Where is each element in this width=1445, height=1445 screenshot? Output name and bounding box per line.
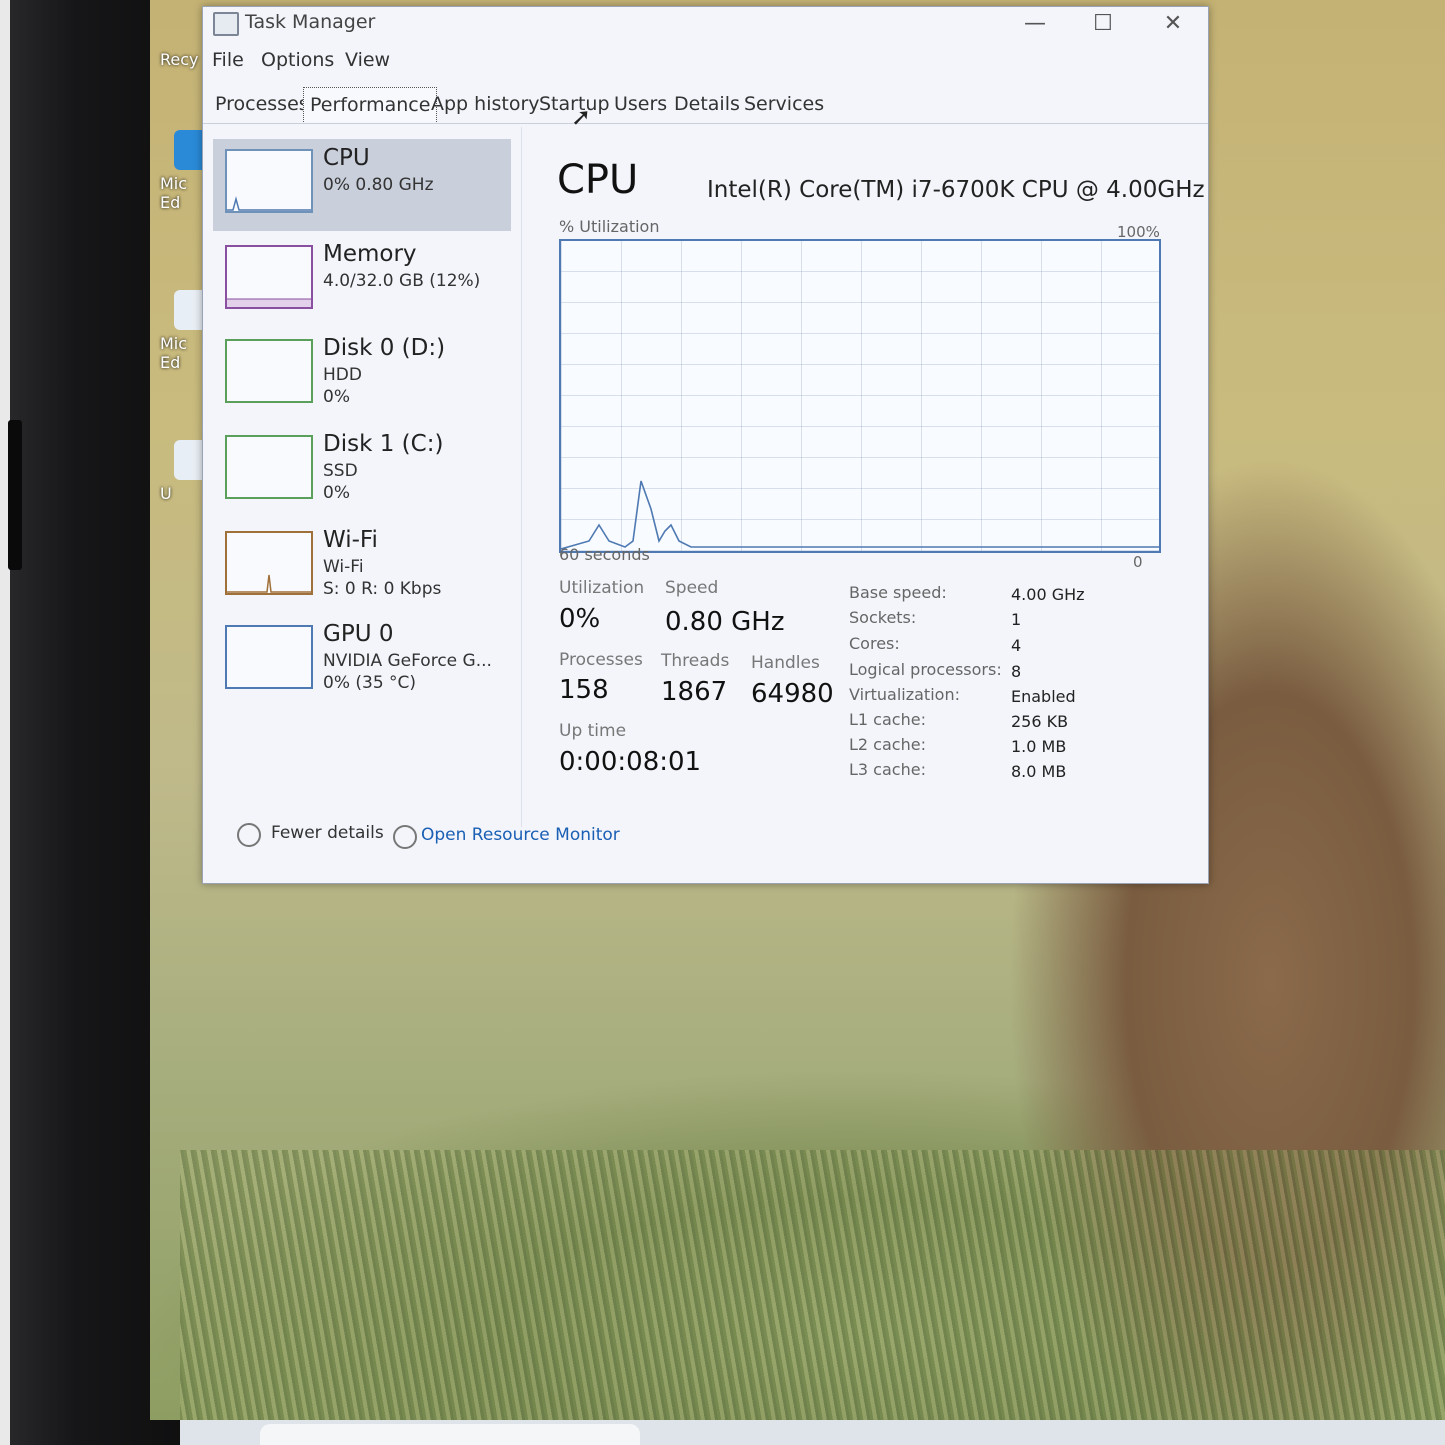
spec-label: Virtualization:	[849, 685, 960, 704]
desktop-icon-label: Recy	[160, 50, 199, 69]
footer-bar: Fewer details Open Resource Monitor	[203, 817, 1208, 867]
disk-thumbnail-graph	[225, 435, 313, 499]
cpu-model: Intel(R) Core(TM) i7-6700K CPU @ 4.00GHz	[707, 177, 1205, 203]
sidebar-item-wifi[interactable]: Wi-Fi Wi-Fi S: 0 R: 0 Kbps	[213, 521, 511, 613]
spec-value: 8.0 MB	[1011, 762, 1067, 781]
spec-value: Enabled	[1011, 687, 1076, 706]
sidebar-item-usage: 0%	[323, 387, 350, 407]
spec-value: 4	[1011, 636, 1022, 655]
sidebar-item-name: Disk 0 (D:)	[323, 335, 446, 361]
tab-users[interactable]: Users	[608, 87, 673, 121]
taskbar	[180, 1420, 1445, 1445]
spec-label: Logical processors:	[849, 660, 1002, 679]
tab-processes[interactable]: Processes	[209, 87, 315, 121]
uptime-value: 0:00:08:01	[559, 747, 702, 777]
spec-value: 1	[1011, 610, 1022, 629]
spec-label: L2 cache:	[849, 735, 926, 754]
sidebar-item-usage: S: 0 R: 0 Kbps	[323, 579, 442, 599]
sidebar-item-disk-0[interactable]: Disk 0 (D:) HDD 0%	[213, 329, 511, 421]
menu-file[interactable]: File	[212, 49, 244, 71]
wallpaper-grass	[180, 1150, 1445, 1420]
spec-value: 1.0 MB	[1011, 737, 1067, 756]
sidebar-item-memory[interactable]: Memory 4.0/32.0 GB (12%)	[213, 235, 511, 327]
processes-label: Processes	[559, 650, 643, 670]
cpu-utilization-graph	[559, 239, 1161, 553]
tab-details[interactable]: Details	[668, 87, 746, 121]
spec-label: L3 cache:	[849, 760, 926, 779]
desktop-icon-label: Mic Ed	[160, 174, 188, 212]
spec-value: 4.00 GHz	[1011, 585, 1085, 604]
sidebar-item-detail: HDD	[323, 365, 362, 385]
sidebar-item-detail: 0% 0.80 GHz	[323, 175, 434, 195]
panel-divider	[521, 127, 522, 827]
sidebar-item-name: Disk 1 (C:)	[323, 431, 444, 457]
desktop-icon-label: Mic Ed	[160, 334, 188, 372]
tab-performance[interactable]: Performance	[303, 87, 438, 122]
menu-options[interactable]: Options	[261, 49, 334, 71]
handles-label: Handles	[751, 653, 820, 673]
sidebar-item-detail: NVIDIA GeForce G...	[323, 651, 492, 671]
fewer-details-link[interactable]: Fewer details	[271, 823, 384, 843]
tab-services[interactable]: Services	[738, 87, 830, 121]
taskbar-search[interactable]	[260, 1424, 640, 1445]
task-manager-icon	[213, 12, 239, 36]
maximize-button[interactable]: ☐	[1083, 11, 1123, 36]
sidebar-item-detail: SSD	[323, 461, 358, 481]
disk-thumbnail-graph	[225, 339, 313, 403]
desktop-icon-label: U	[160, 484, 172, 503]
sidebar-item-cpu[interactable]: CPU 0% 0.80 GHz	[213, 139, 511, 231]
chevron-up-icon[interactable]	[237, 823, 261, 847]
threads-value: 1867	[661, 677, 728, 707]
open-resource-monitor-link[interactable]: Open Resource Monitor	[421, 825, 620, 845]
monitor-edge	[0, 0, 10, 1445]
spec-label: Sockets:	[849, 608, 917, 627]
spec-value: 8	[1011, 662, 1022, 681]
menu-view[interactable]: View	[345, 49, 390, 71]
sidebar-item-detail: Wi-Fi	[323, 557, 364, 577]
graph-label: % Utilization	[559, 217, 660, 236]
tab-bar: Processes Performance App history Startu…	[203, 87, 1208, 124]
monitor-port	[8, 420, 22, 570]
resource-monitor-icon	[393, 825, 417, 849]
spec-label: L1 cache:	[849, 710, 926, 729]
sidebar-item-name: GPU 0	[323, 621, 394, 647]
menu-bar: File Options View	[203, 49, 1208, 79]
sidebar-item-disk-1[interactable]: Disk 1 (C:) SSD 0%	[213, 425, 511, 517]
sidebar-item-name: Memory	[323, 241, 417, 267]
gpu-thumbnail-graph	[225, 625, 313, 689]
spec-label: Cores:	[849, 634, 900, 653]
speed-value: 0.80 GHz	[665, 607, 785, 637]
uptime-label: Up time	[559, 721, 627, 741]
memory-thumbnail-graph	[225, 245, 313, 309]
task-manager-window: Task Manager — ☐ ✕ File Options View Pro…	[202, 6, 1209, 884]
handles-value: 64980	[751, 679, 834, 709]
tab-app-history[interactable]: App history	[425, 87, 546, 121]
utilization-value: 0%	[559, 604, 601, 634]
sidebar-item-usage: 0% (35 °C)	[323, 673, 417, 693]
sidebar-item-name: Wi-Fi	[323, 527, 378, 553]
mouse-cursor-icon: ➚	[571, 103, 592, 131]
panel-title: CPU	[557, 157, 639, 203]
speed-label: Speed	[665, 578, 719, 598]
wifi-thumbnail-graph	[225, 531, 313, 595]
utilization-label: Utilization	[559, 578, 645, 598]
spec-value: 256 KB	[1011, 712, 1069, 731]
close-button[interactable]: ✕	[1153, 11, 1193, 36]
graph-min-label: 0	[1133, 553, 1143, 571]
sidebar-item-usage: 0%	[323, 483, 350, 503]
window-title: Task Manager	[245, 11, 376, 33]
cpu-thumbnail-graph	[225, 149, 313, 213]
processes-value: 158	[559, 675, 609, 705]
spec-label: Base speed:	[849, 583, 947, 602]
title-bar: Task Manager — ☐ ✕	[203, 7, 1208, 45]
minimize-button[interactable]: —	[1015, 11, 1055, 36]
sidebar-item-name: CPU	[323, 145, 370, 171]
sidebar-item-gpu[interactable]: GPU 0 NVIDIA GeForce G... 0% (35 °C)	[213, 615, 511, 707]
graph-time-span: 60 seconds	[559, 545, 650, 564]
sidebar-item-detail: 4.0/32.0 GB (12%)	[323, 271, 481, 291]
threads-label: Threads	[661, 651, 730, 671]
